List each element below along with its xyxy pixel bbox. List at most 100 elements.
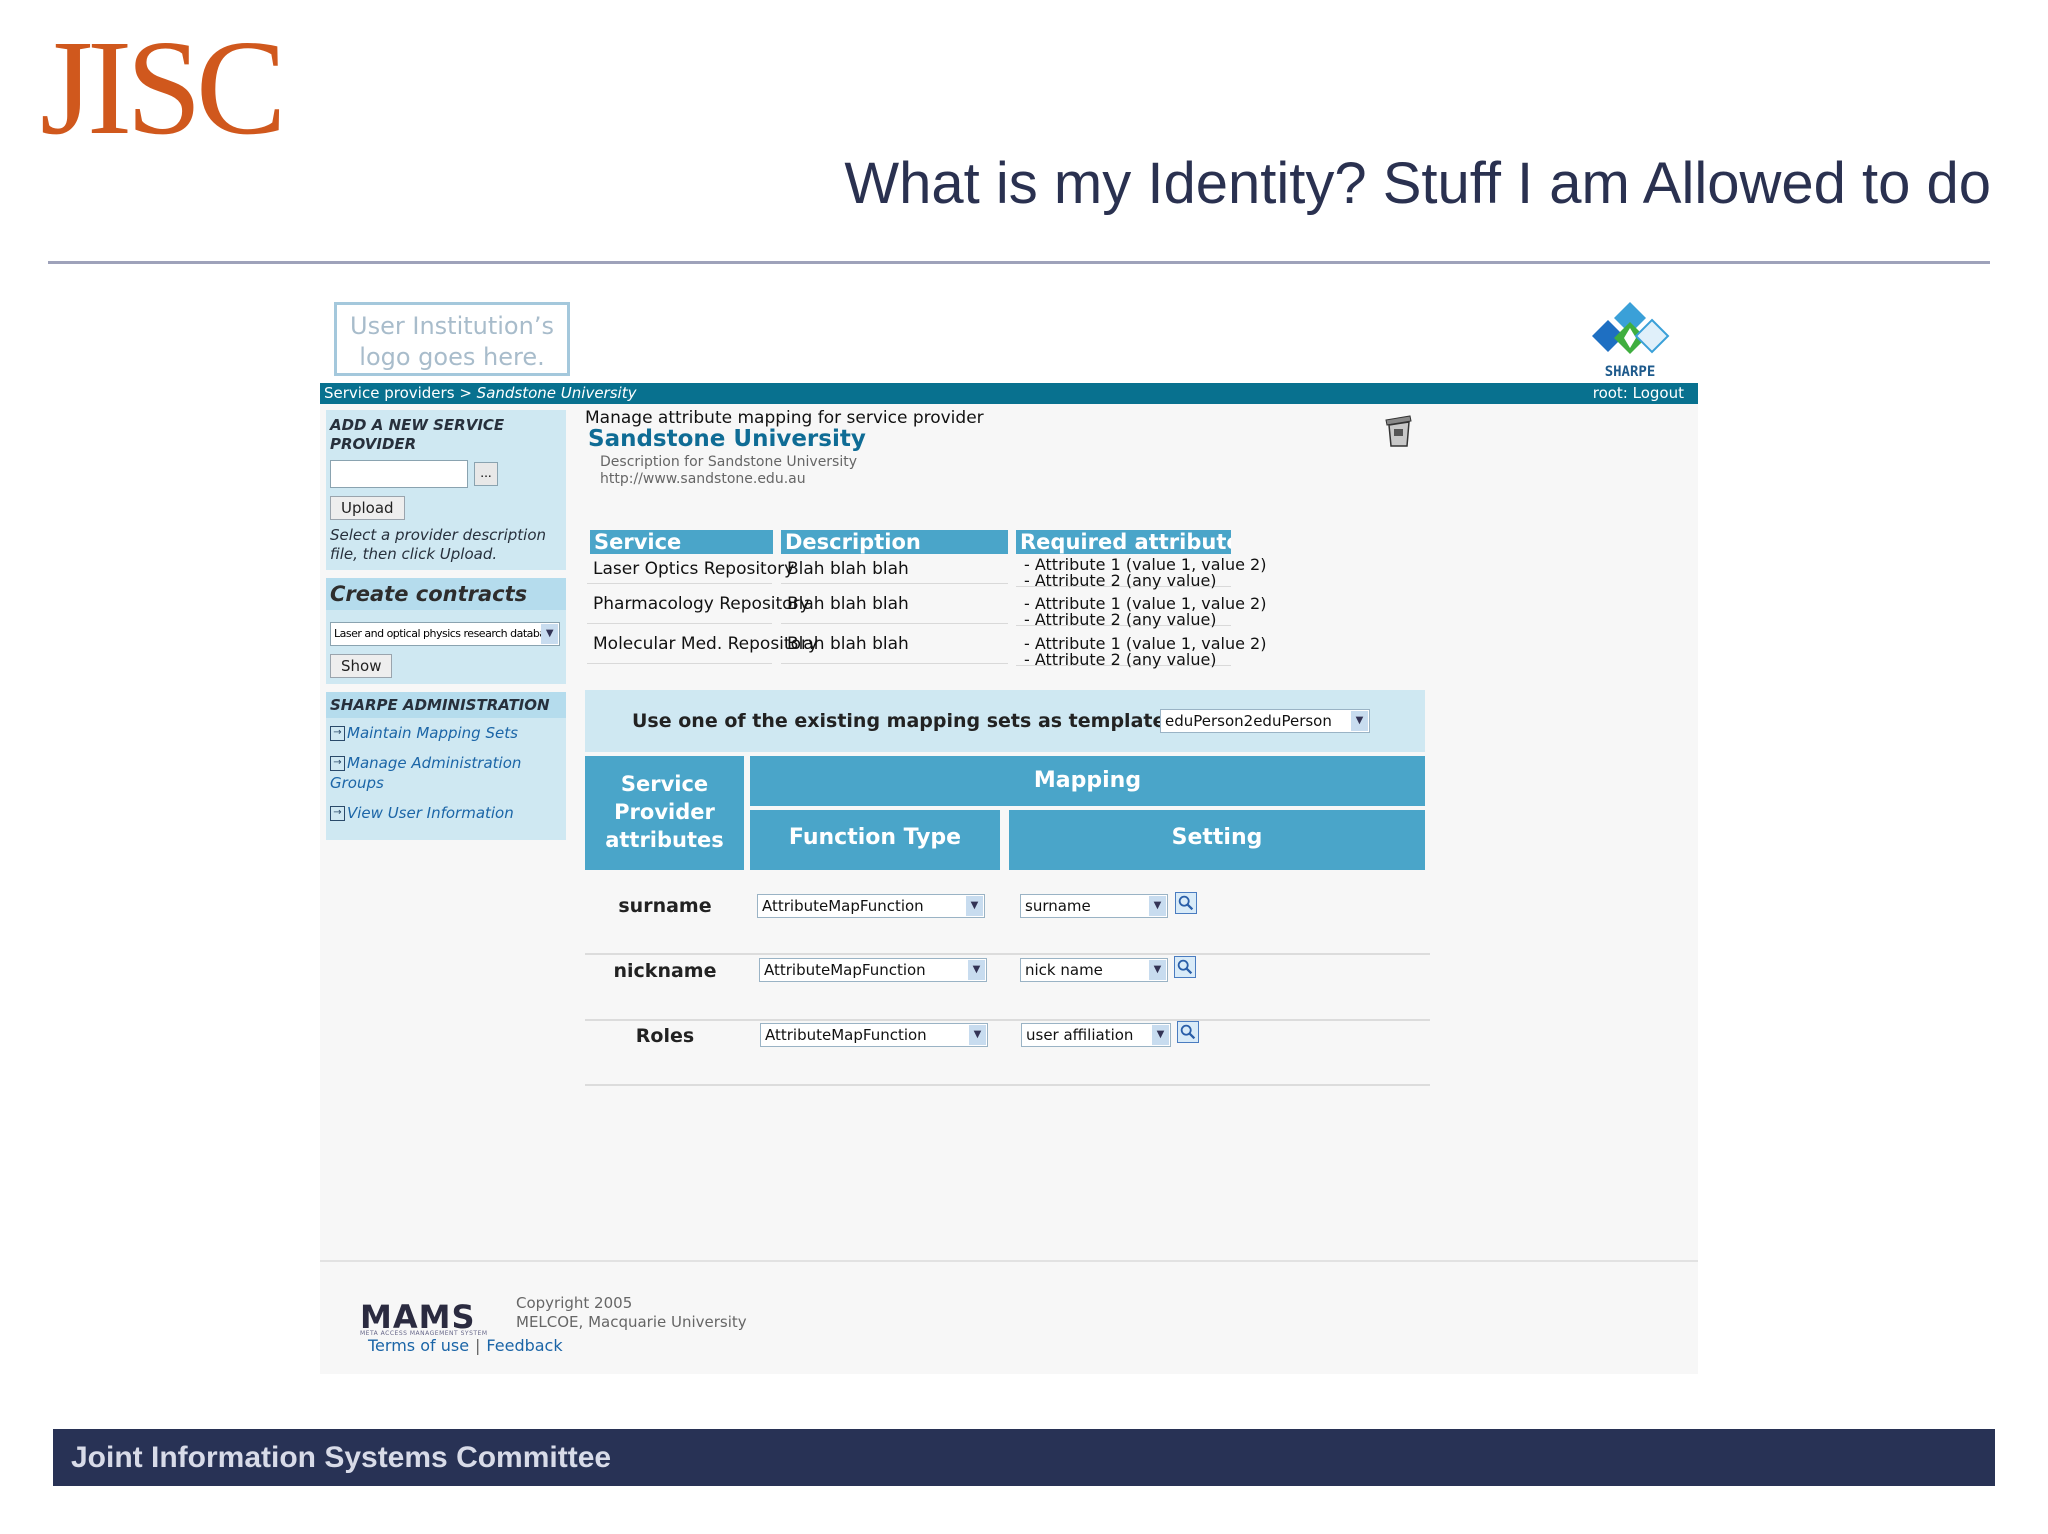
copyright-org: MELCOE, Macquarie University <box>516 1313 747 1331</box>
row-divider <box>585 1084 1430 1086</box>
create-contracts-heading: Create contracts <box>326 578 566 610</box>
services-header-service: Service <box>590 530 773 554</box>
app-footer: MAMS META ACCESS MANAGEMENT SYSTEM Copyr… <box>320 1260 1698 1376</box>
chevron-down-icon: ▼ <box>541 624 558 644</box>
function-type-select[interactable]: AttributeMapFunction ▼ <box>760 1023 988 1047</box>
show-button[interactable]: Show <box>330 654 393 678</box>
institution-logo-line1: User Institution’s <box>350 312 554 340</box>
chevron-down-icon: ▼ <box>1149 896 1166 916</box>
setting-select[interactable]: surname ▼ <box>1020 894 1168 918</box>
sidebar: ADD A NEW SERVICE PROVIDER ... Upload Se… <box>326 410 566 848</box>
trash-can-icon[interactable] <box>1382 412 1414 448</box>
services-header-required-attributes: Required attributes <box>1016 530 1231 554</box>
mapping-header-sp-attributes: Service Provider attributes <box>585 756 744 870</box>
chevron-down-icon: ▼ <box>1149 960 1166 980</box>
provider-description: Description for Sandstone University <box>600 454 858 470</box>
template-selector-panel: Use one of the existing mapping sets as … <box>585 690 1425 752</box>
provider-file-input[interactable] <box>330 460 468 488</box>
required-attribute: - Attribute 2 (any value) <box>1024 571 1217 590</box>
mapping-header-sp-attributes-line: Provider <box>614 800 715 824</box>
maintain-mapping-sets-link[interactable]: → Maintain Mapping Sets <box>326 718 566 748</box>
template-select-value: eduPerson2eduPerson <box>1165 712 1332 730</box>
setting-select[interactable]: user affiliation ▼ <box>1021 1023 1171 1047</box>
manage-admin-groups-label: Manage Administration Groups <box>330 754 522 792</box>
logout-link[interactable]: root: Logout <box>1593 383 1684 404</box>
magnifier-icon[interactable] <box>1175 892 1197 914</box>
setting-value: nick name <box>1025 961 1103 979</box>
slide-footer-text: Joint Information Systems Committee <box>71 1441 612 1474</box>
setting-select[interactable]: nick name ▼ <box>1020 958 1168 982</box>
footer-link-separator: | <box>475 1336 481 1355</box>
mapping-header-mapping: Mapping <box>750 756 1425 806</box>
setting-value: surname <box>1025 897 1091 915</box>
add-service-provider-panel: ADD A NEW SERVICE PROVIDER ... Upload Se… <box>326 410 566 570</box>
required-attribute: - Attribute 2 (any value) <box>1024 650 1217 669</box>
slide-title: What is my Identity? Stuff I am Allowed … <box>844 151 1991 216</box>
mapping-header-sp-attributes-line: attributes <box>605 828 724 852</box>
service-description-cell: Blah blah blah <box>781 554 1008 584</box>
setting-value: user affiliation <box>1026 1026 1134 1044</box>
service-name-cell: Pharmacology Repository <box>587 584 810 624</box>
feedback-link[interactable]: Feedback <box>486 1336 562 1355</box>
view-user-information-label: View User Information <box>347 804 514 822</box>
chevron-down-icon: ▼ <box>969 1025 986 1045</box>
breadcrumb-service-providers[interactable]: Service providers <box>324 384 455 402</box>
view-user-information-link[interactable]: → View User Information <box>326 798 566 828</box>
provider-url[interactable]: http://www.sandstone.edu.au <box>600 471 806 487</box>
breadcrumb-separator: > <box>459 384 472 402</box>
sharpe-logo-label: SHARPE <box>1605 364 1656 380</box>
required-attributes-cell: - Attribute 1 (value 1, value 2) - Attri… <box>1016 594 1266 629</box>
function-type-value: AttributeMapFunction <box>765 1026 927 1044</box>
row-divider <box>585 1019 1430 1021</box>
chevron-down-icon: ▼ <box>966 896 983 916</box>
upload-hint: Select a provider description file, then… <box>330 526 546 563</box>
function-type-value: AttributeMapFunction <box>764 961 926 979</box>
attribute-name: Roles <box>635 1025 695 1047</box>
function-type-select[interactable]: AttributeMapFunction ▼ <box>759 958 987 982</box>
footer-links: Terms of use | Feedback <box>368 1336 563 1355</box>
magnifier-icon[interactable] <box>1177 1021 1199 1043</box>
manage-admin-groups-link[interactable]: → Manage Administration Groups <box>326 748 566 798</box>
arrow-in-box-icon: → <box>330 726 345 741</box>
slide-footer-bar: Joint Information Systems Committee <box>53 1429 1995 1486</box>
institution-logo-line2: logo goes here. <box>359 343 545 371</box>
service-description-cell: Blah blah blah <box>781 584 1008 624</box>
mapping-header-sp-attributes-line: Service <box>620 772 709 796</box>
institution-logo-placeholder: User Institution’s logo goes here. <box>334 302 570 376</box>
chevron-down-icon: ▼ <box>968 960 985 980</box>
copyright-text: Copyright 2005 <box>516 1294 633 1312</box>
chevron-down-icon: ▼ <box>1351 711 1368 731</box>
breadcrumb: Service providers > Sandstone University <box>324 383 636 404</box>
arrow-in-box-icon: → <box>330 806 345 821</box>
service-name-cell: Laser Optics Repository <box>587 554 794 584</box>
mapping-header-setting: Setting <box>1009 810 1425 870</box>
contract-select[interactable]: Laser and optical physics research datab… <box>330 622 560 646</box>
service-name-cell: Molecular Med. Repository <box>587 624 818 664</box>
create-contracts-panel: Create contracts Laser and optical physi… <box>326 578 566 684</box>
required-attributes-cell: - Attribute 1 (value 1, value 2) - Attri… <box>1016 555 1266 590</box>
magnifier-icon[interactable] <box>1174 956 1196 978</box>
add-service-provider-heading: ADD A NEW SERVICE PROVIDER <box>330 416 505 453</box>
template-label: Use one of the existing mapping sets as … <box>632 710 1173 732</box>
template-select[interactable]: eduPerson2eduPerson ▼ <box>1160 709 1370 733</box>
attribute-name: nickname <box>613 960 717 982</box>
app-header: User Institution’s logo goes here. SHARP… <box>320 298 1698 383</box>
upload-button[interactable]: Upload <box>330 496 405 520</box>
sharpe-app-window: User Institution’s logo goes here. SHARP… <box>320 298 1698 1374</box>
service-description-cell: Blah blah blah <box>781 624 1008 664</box>
jisc-logo: JISC <box>40 13 287 163</box>
row-divider <box>585 953 1430 955</box>
terms-of-use-link[interactable]: Terms of use <box>368 1336 469 1355</box>
nav-bar: Service providers > Sandstone University… <box>320 383 1698 404</box>
sharpe-admin-heading: SHARPE ADMINISTRATION <box>326 692 566 718</box>
page-heading: Manage attribute mapping for service pro… <box>585 408 984 428</box>
maintain-mapping-sets-label: Maintain Mapping Sets <box>347 724 518 742</box>
chevron-down-icon: ▼ <box>1152 1025 1169 1045</box>
sharpe-logo-icon: SHARPE <box>1592 302 1670 380</box>
attribute-name: surname <box>618 895 712 917</box>
services-header-description: Description <box>781 530 1008 554</box>
breadcrumb-current: Sandstone University <box>476 384 637 402</box>
browse-button[interactable]: ... <box>474 462 498 486</box>
function-type-select[interactable]: AttributeMapFunction ▼ <box>757 894 985 918</box>
arrow-in-box-icon: → <box>330 756 345 771</box>
